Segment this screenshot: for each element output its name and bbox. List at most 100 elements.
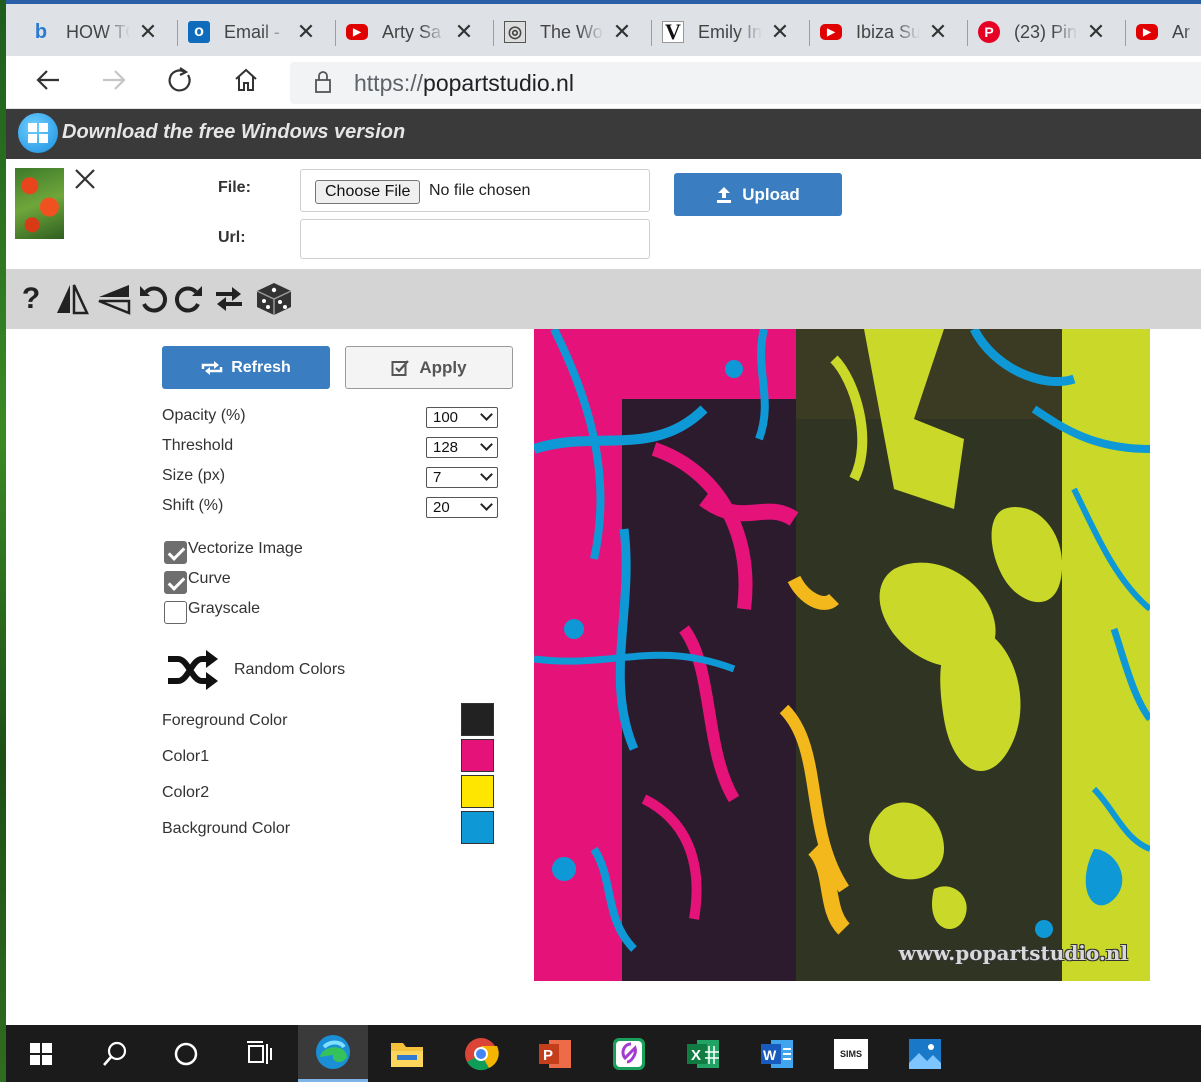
- flip-horizontal-button[interactable]: [54, 279, 90, 319]
- taskbar-task-view[interactable]: [224, 1025, 294, 1082]
- browser-tab[interactable]: b HOW TO ✕: [30, 14, 158, 50]
- chevron-down-icon: [480, 438, 493, 451]
- tab-separator: [651, 20, 652, 46]
- help-button[interactable]: ?: [18, 279, 44, 319]
- tab-close-icon[interactable]: ✕: [770, 19, 790, 45]
- tab-separator: [809, 20, 810, 46]
- flip-vertical-button[interactable]: [96, 279, 132, 319]
- taskbar-word[interactable]: W: [742, 1025, 812, 1082]
- url-input[interactable]: [300, 219, 650, 259]
- url-protocol: https://: [354, 70, 424, 96]
- pinterest-icon: P: [978, 21, 1000, 43]
- param-select[interactable]: 128: [426, 437, 498, 458]
- refresh-image-button[interactable]: Refresh: [162, 346, 330, 389]
- apply-button[interactable]: Apply: [345, 346, 513, 389]
- taskbar-photos[interactable]: [890, 1025, 960, 1082]
- chevron-down-icon: [480, 498, 493, 511]
- checkbox[interactable]: [164, 601, 187, 624]
- word-icon: W: [761, 1039, 793, 1068]
- browser-tab[interactable]: ◎ The Wo ✕: [504, 14, 632, 50]
- back-button[interactable]: [30, 66, 66, 100]
- tab-close-icon[interactable]: ✕: [928, 19, 948, 45]
- checkbox[interactable]: [164, 541, 187, 564]
- param-select[interactable]: 7: [426, 467, 498, 488]
- taskbar-edge[interactable]: [298, 1025, 368, 1082]
- param-select[interactable]: 100: [426, 407, 498, 428]
- taskbar-sims[interactable]: SIMS: [816, 1025, 886, 1082]
- upload-button[interactable]: Upload: [674, 173, 842, 216]
- taskbar-excel[interactable]: X: [668, 1025, 738, 1082]
- shuffle-arrows-button[interactable]: [212, 279, 246, 319]
- param-value: 100: [433, 409, 459, 426]
- tab-title: Email -: [224, 21, 281, 42]
- taskbar-powerpoint[interactable]: P: [520, 1025, 590, 1082]
- color-swatch[interactable]: [461, 775, 494, 808]
- url-host: popartstudio.nl: [423, 70, 574, 96]
- youtube-icon: ▶: [820, 24, 842, 40]
- browser-tab[interactable]: ▶ Ibiza Su ✕: [820, 14, 948, 50]
- browser-tab[interactable]: ▶ Arty Sa ✕: [346, 14, 474, 50]
- color-label: Background Color: [162, 820, 291, 837]
- address-bar[interactable]: https://popartstudio.nl: [290, 62, 1201, 104]
- file-input[interactable]: Choose File No file chosen: [300, 169, 650, 212]
- taskbar-whiteboard[interactable]: [594, 1025, 664, 1082]
- chrome-icon: [465, 1037, 499, 1070]
- random-colors-button[interactable]: Random Colors: [166, 649, 345, 691]
- remove-image-button[interactable]: [74, 165, 96, 197]
- color-label: Color2: [162, 784, 210, 801]
- tab-close-icon[interactable]: ✕: [612, 19, 632, 45]
- windows-start-icon: [30, 1042, 52, 1065]
- rotate-right-button[interactable]: [172, 279, 206, 319]
- taskbar-chrome[interactable]: [446, 1025, 516, 1082]
- param-select[interactable]: 20: [426, 497, 498, 518]
- editor-main: Refresh Apply Opacity (%) 100 Threshold 128…: [6, 329, 1201, 1025]
- browser-tab[interactable]: o Email - ✕: [188, 14, 316, 50]
- close-icon: [75, 169, 95, 189]
- taskbar-file-explorer[interactable]: [372, 1025, 442, 1082]
- param-value: 128: [433, 439, 459, 456]
- home-button[interactable]: [228, 66, 264, 100]
- param-value: 7: [433, 469, 442, 486]
- color-swatch[interactable]: [461, 703, 494, 736]
- tab-close-icon[interactable]: ✕: [1086, 19, 1106, 45]
- browser-tab[interactable]: ▶ Ar: [1136, 14, 1194, 50]
- taskbar-cortana[interactable]: [151, 1025, 221, 1082]
- edge-icon: [316, 1035, 350, 1069]
- tab-title: Arty Sa: [382, 21, 442, 42]
- choose-file-button[interactable]: Choose File: [315, 180, 421, 204]
- youtube-icon: ▶: [1136, 24, 1158, 40]
- tab-close-icon[interactable]: ✕: [138, 19, 158, 45]
- tab-close-icon[interactable]: ✕: [454, 19, 474, 45]
- lock-icon: [315, 71, 331, 93]
- svg-text:P: P: [543, 1047, 553, 1064]
- taskbar-start[interactable]: [6, 1025, 76, 1082]
- forward-button[interactable]: [96, 66, 132, 100]
- random-dice-button[interactable]: [254, 279, 294, 319]
- tab-separator: [967, 20, 968, 46]
- taskbar-search[interactable]: [80, 1025, 150, 1082]
- checkbox-row[interactable]: Grayscale: [164, 599, 261, 624]
- task-view-icon: [247, 1040, 272, 1064]
- sims-text: SIMS: [839, 1048, 862, 1059]
- rotate-left-button[interactable]: [136, 279, 170, 319]
- checkbox-row[interactable]: Vectorize Image: [164, 540, 303, 564]
- download-promo-bar[interactable]: Download the free Windows version: [6, 109, 1201, 159]
- rotate-right-icon: [174, 286, 202, 313]
- checkbox[interactable]: [164, 571, 187, 594]
- color-swatch[interactable]: [461, 811, 494, 844]
- browser-tab[interactable]: P (23) Pin ✕: [978, 14, 1106, 50]
- url-label: Url:: [218, 229, 246, 246]
- refresh-button[interactable]: [162, 66, 198, 100]
- tab-close-icon[interactable]: ✕: [296, 19, 316, 45]
- flip-horizontal-icon: [57, 284, 89, 315]
- whiteboard-icon: [613, 1037, 645, 1070]
- promo-text[interactable]: Download the free Windows version: [62, 121, 405, 144]
- sims-icon: SIMS: [834, 1038, 868, 1069]
- checkbox-row[interactable]: Curve: [164, 570, 231, 594]
- forward-arrow-icon: [103, 70, 126, 90]
- tab-strip: b HOW TO ✕ o Email - ✕ ▶ Arty Sa ✕ ◎ The Wo ✕ V Emil…: [6, 0, 1201, 56]
- color-swatch[interactable]: [461, 739, 494, 772]
- browser-tab[interactable]: V Emily In ✕: [662, 14, 790, 50]
- tab-title: The Wo: [540, 21, 603, 42]
- checkbox-label: Grayscale: [188, 599, 261, 617]
